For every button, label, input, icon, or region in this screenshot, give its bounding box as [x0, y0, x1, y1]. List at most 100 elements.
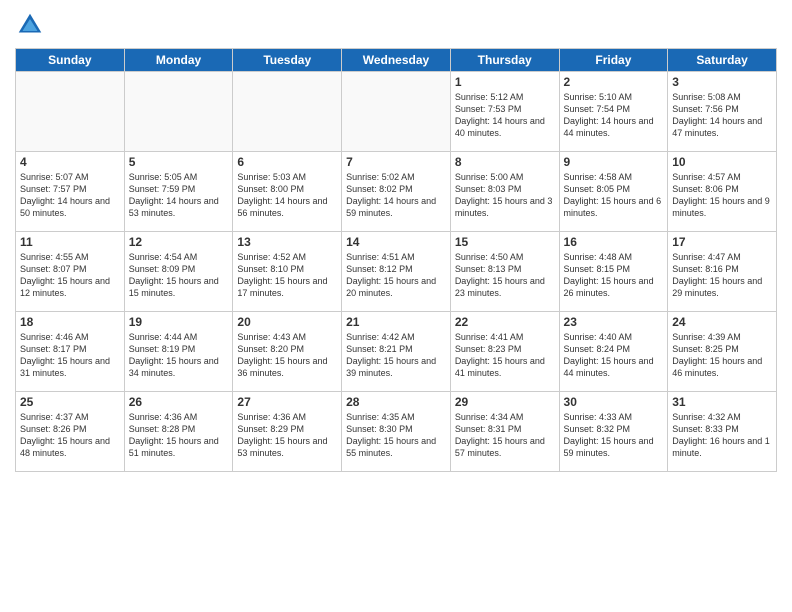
cell-content: Sunrise: 4:44 AMSunset: 8:19 PMDaylight:… — [129, 331, 229, 380]
calendar-cell-27: 27 Sunrise: 4:36 AMSunset: 8:29 PMDayligh… — [233, 392, 342, 472]
calendar-cell-18: 18Sunrise: 4:46 AMSunset: 8:17 PMDayligh… — [16, 312, 125, 392]
weekday-header-wednesday: Wednesday — [342, 49, 451, 72]
day-number: 4 — [20, 155, 120, 169]
day-number: 28 — [346, 395, 446, 409]
day-number: 31 — [672, 395, 772, 409]
day-number: 25 — [20, 395, 120, 409]
day-number: 21 — [346, 315, 446, 329]
cell-content: Sunrise: 4:36 AMSunset: 8:28 PMDaylight:… — [129, 411, 229, 460]
calendar-cell-6: 6 Sunrise: 5:03 AMSunset: 8:00 PMDaylight… — [233, 152, 342, 232]
calendar-cell-22: 22 Sunrise: 4:41 AMSunset: 8:23 PMDayligh… — [450, 312, 559, 392]
calendar-cell-empty — [124, 72, 233, 152]
calendar-row-2: 11 Sunrise: 4:55 AMSunset: 8:07 PMDayligh… — [16, 232, 777, 312]
weekday-header-sunday: Sunday — [16, 49, 125, 72]
day-number: 5 — [129, 155, 229, 169]
cell-content: Sunrise: 5:07 AMSunset: 7:57 PMDaylight:… — [20, 171, 120, 220]
weekday-header-friday: Friday — [559, 49, 668, 72]
calendar-cell-4: 4 Sunrise: 5:07 AMSunset: 7:57 PMDaylight… — [16, 152, 125, 232]
day-number: 3 — [672, 75, 772, 89]
calendar-cell-23: 23Sunrise: 4:40 AMSunset: 8:24 PMDayligh… — [559, 312, 668, 392]
cell-content: Sunrise: 4:57 AMSunset: 8:06 PMDaylight:… — [672, 171, 772, 220]
calendar-cell-15: 15 Sunrise: 4:50 AMSunset: 8:13 PMDayligh… — [450, 232, 559, 312]
calendar-cell-8: 8 Sunrise: 5:00 AMSunset: 8:03 PMDaylight… — [450, 152, 559, 232]
cell-content: Sunrise: 4:41 AMSunset: 8:23 PMDaylight:… — [455, 331, 555, 380]
day-number: 13 — [237, 235, 337, 249]
cell-content: Sunrise: 4:39 AMSunset: 8:25 PMDaylight:… — [672, 331, 772, 380]
cell-content: Sunrise: 5:05 AMSunset: 7:59 PMDaylight:… — [129, 171, 229, 220]
day-number: 16 — [564, 235, 664, 249]
cell-content: Sunrise: 4:33 AMSunset: 8:32 PMDaylight:… — [564, 411, 664, 460]
calendar-cell-16: 16 Sunrise: 4:48 AMSunset: 8:15 PMDayligh… — [559, 232, 668, 312]
cell-content: Sunrise: 4:36 AMSunset: 8:29 PMDaylight:… — [237, 411, 337, 460]
day-number: 22 — [455, 315, 555, 329]
calendar-cell-19: 19 Sunrise: 4:44 AMSunset: 8:19 PMDayligh… — [124, 312, 233, 392]
day-number: 29 — [455, 395, 555, 409]
calendar-row-1: 4 Sunrise: 5:07 AMSunset: 7:57 PMDaylight… — [16, 152, 777, 232]
calendar-cell-14: 14 Sunrise: 4:51 AMSunset: 8:12 PMDayligh… — [342, 232, 451, 312]
calendar-table: SundayMondayTuesdayWednesdayThursdayFrid… — [15, 48, 777, 472]
day-number: 10 — [672, 155, 772, 169]
cell-content: Sunrise: 4:50 AMSunset: 8:13 PMDaylight:… — [455, 251, 555, 300]
day-number: 9 — [564, 155, 664, 169]
calendar-cell-30: 30Sunrise: 4:33 AMSunset: 8:32 PMDayligh… — [559, 392, 668, 472]
calendar-cell-9: 9 Sunrise: 4:58 AMSunset: 8:05 PMDaylight… — [559, 152, 668, 232]
calendar-cell-3: 3Sunrise: 5:08 AMSunset: 7:56 PMDaylight… — [668, 72, 777, 152]
calendar-cell-29: 29 Sunrise: 4:34 AMSunset: 8:31 PMDayligh… — [450, 392, 559, 472]
cell-content: Sunrise: 4:37 AMSunset: 8:26 PMDaylight:… — [20, 411, 120, 460]
cell-content: Sunrise: 4:55 AMSunset: 8:07 PMDaylight:… — [20, 251, 120, 300]
calendar-cell-2: 2Sunrise: 5:10 AMSunset: 7:54 PMDaylight… — [559, 72, 668, 152]
cell-content: Sunrise: 4:47 AMSunset: 8:16 PMDaylight:… — [672, 251, 772, 300]
weekday-header-thursday: Thursday — [450, 49, 559, 72]
cell-content: Sunrise: 5:00 AMSunset: 8:03 PMDaylight:… — [455, 171, 555, 220]
cell-content: Sunrise: 4:34 AMSunset: 8:31 PMDaylight:… — [455, 411, 555, 460]
cell-content: Sunrise: 4:35 AMSunset: 8:30 PMDaylight:… — [346, 411, 446, 460]
cell-content: Sunrise: 5:03 AMSunset: 8:00 PMDaylight:… — [237, 171, 337, 220]
day-number: 15 — [455, 235, 555, 249]
cell-content: Sunrise: 4:42 AMSunset: 8:21 PMDaylight:… — [346, 331, 446, 380]
cell-content: Sunrise: 4:54 AMSunset: 8:09 PMDaylight:… — [129, 251, 229, 300]
day-number: 7 — [346, 155, 446, 169]
cell-content: Sunrise: 4:58 AMSunset: 8:05 PMDaylight:… — [564, 171, 664, 220]
cell-content: Sunrise: 5:02 AMSunset: 8:02 PMDaylight:… — [346, 171, 446, 220]
calendar-cell-28: 28 Sunrise: 4:35 AMSunset: 8:30 PMDayligh… — [342, 392, 451, 472]
day-number: 8 — [455, 155, 555, 169]
calendar-row-4: 25 Sunrise: 4:37 AMSunset: 8:26 PMDayligh… — [16, 392, 777, 472]
calendar-cell-empty — [16, 72, 125, 152]
cell-content: Sunrise: 4:32 AMSunset: 8:33 PMDaylight:… — [672, 411, 772, 460]
cell-content: Sunrise: 4:40 AMSunset: 8:24 PMDaylight:… — [564, 331, 664, 380]
cell-content: Sunrise: 4:43 AMSunset: 8:20 PMDaylight:… — [237, 331, 337, 380]
day-number: 24 — [672, 315, 772, 329]
day-number: 19 — [129, 315, 229, 329]
calendar-cell-20: 20 Sunrise: 4:43 AMSunset: 8:20 PMDayligh… — [233, 312, 342, 392]
calendar-cell-5: 5 Sunrise: 5:05 AMSunset: 7:59 PMDaylight… — [124, 152, 233, 232]
day-number: 1 — [455, 75, 555, 89]
day-number: 27 — [237, 395, 337, 409]
day-number: 11 — [20, 235, 120, 249]
calendar-cell-1: 1 Sunrise: 5:12 AMSunset: 7:53 PMDaylight… — [450, 72, 559, 152]
cell-content: Sunrise: 4:52 AMSunset: 8:10 PMDaylight:… — [237, 251, 337, 300]
day-number: 6 — [237, 155, 337, 169]
weekday-header-tuesday: Tuesday — [233, 49, 342, 72]
cell-content: Sunrise: 4:51 AMSunset: 8:12 PMDaylight:… — [346, 251, 446, 300]
cell-content: Sunrise: 4:46 AMSunset: 8:17 PMDaylight:… — [20, 331, 120, 380]
weekday-header-monday: Monday — [124, 49, 233, 72]
calendar-cell-empty — [233, 72, 342, 152]
calendar-cell-26: 26Sunrise: 4:36 AMSunset: 8:28 PMDayligh… — [124, 392, 233, 472]
day-number: 17 — [672, 235, 772, 249]
calendar-cell-10: 10 Sunrise: 4:57 AMSunset: 8:06 PMDayligh… — [668, 152, 777, 232]
weekday-header-row: SundayMondayTuesdayWednesdayThursdayFrid… — [16, 49, 777, 72]
calendar-cell-7: 7 Sunrise: 5:02 AMSunset: 8:02 PMDaylight… — [342, 152, 451, 232]
cell-content: Sunrise: 5:12 AMSunset: 7:53 PMDaylight:… — [455, 91, 555, 140]
cell-content: Sunrise: 4:48 AMSunset: 8:15 PMDaylight:… — [564, 251, 664, 300]
calendar-row-0: 1 Sunrise: 5:12 AMSunset: 7:53 PMDaylight… — [16, 72, 777, 152]
calendar-cell-12: 12Sunrise: 4:54 AMSunset: 8:09 PMDayligh… — [124, 232, 233, 312]
logo-icon — [15, 10, 45, 40]
cell-content: Sunrise: 5:10 AMSunset: 7:54 PMDaylight:… — [564, 91, 664, 140]
calendar-cell-13: 13 Sunrise: 4:52 AMSunset: 8:10 PMDayligh… — [233, 232, 342, 312]
calendar-cell-24: 24 Sunrise: 4:39 AMSunset: 8:25 PMDayligh… — [668, 312, 777, 392]
day-number: 20 — [237, 315, 337, 329]
calendar-cell-25: 25 Sunrise: 4:37 AMSunset: 8:26 PMDayligh… — [16, 392, 125, 472]
calendar-row-3: 18Sunrise: 4:46 AMSunset: 8:17 PMDayligh… — [16, 312, 777, 392]
day-number: 14 — [346, 235, 446, 249]
logo — [15, 10, 47, 40]
